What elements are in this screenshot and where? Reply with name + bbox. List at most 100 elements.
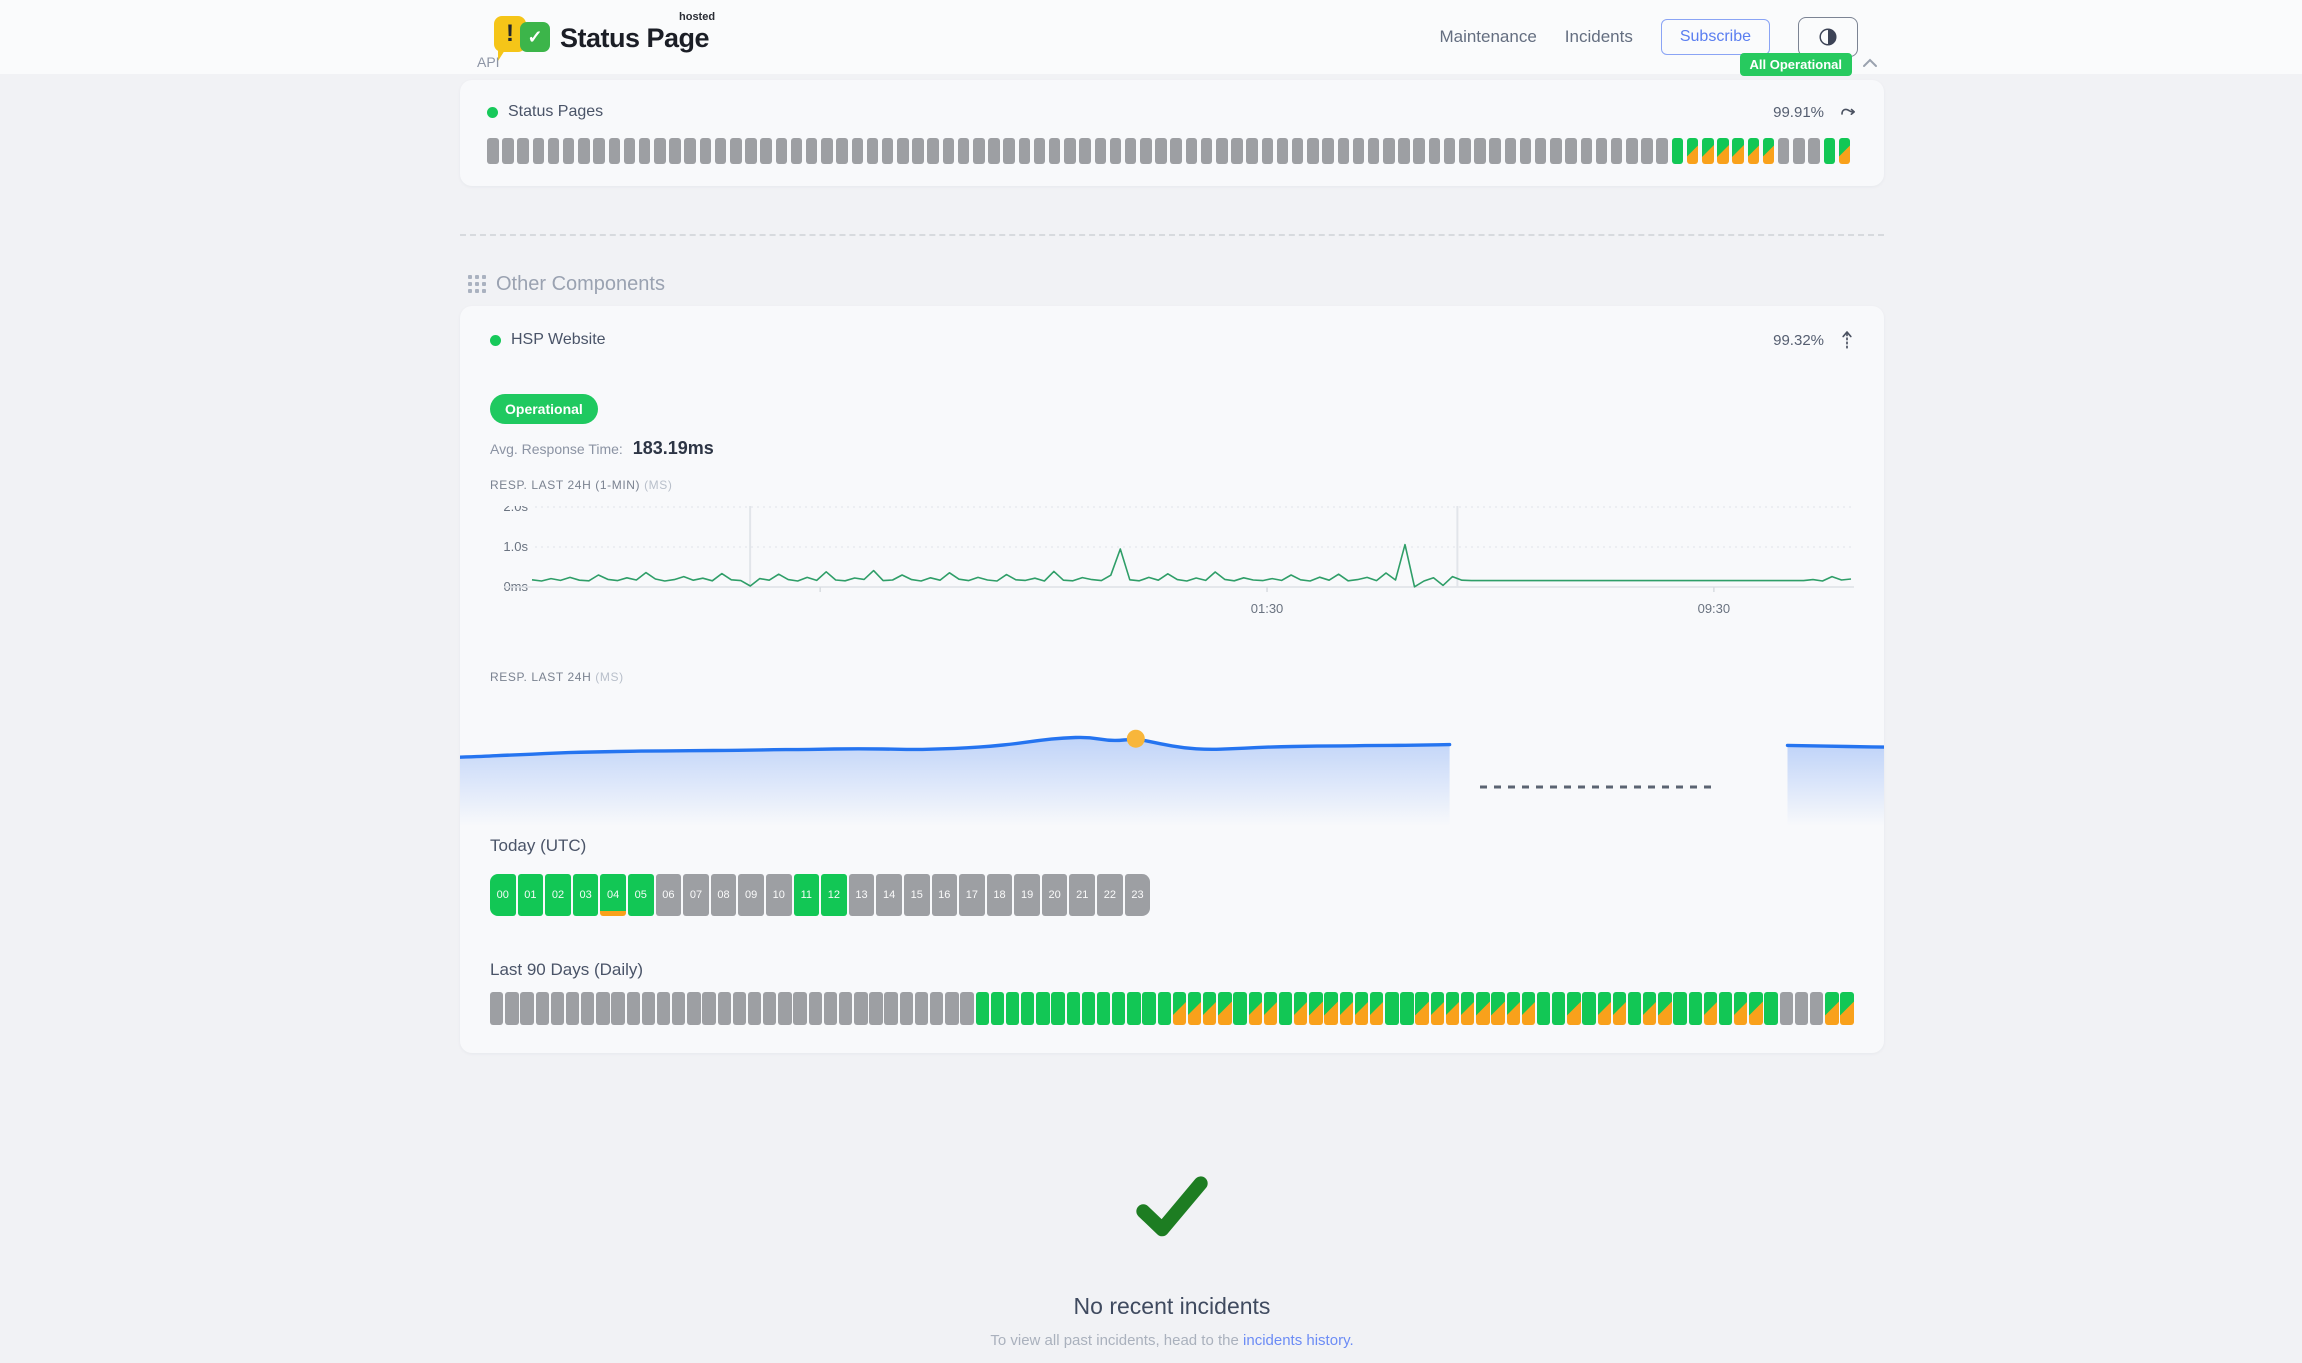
hour-block-09[interactable]: 09 bbox=[738, 874, 764, 916]
hour-block-13[interactable]: 13 bbox=[849, 874, 875, 916]
uptime-bar[interactable] bbox=[1322, 138, 1334, 164]
uptime-bar[interactable] bbox=[943, 138, 955, 164]
daily-uptime-bar[interactable] bbox=[1400, 992, 1413, 1025]
nav-incidents[interactable]: Incidents bbox=[1565, 27, 1633, 47]
daily-uptime-bar[interactable] bbox=[1264, 992, 1277, 1025]
uptime-bar[interactable] bbox=[715, 138, 727, 164]
daily-uptime-bar[interactable] bbox=[733, 992, 746, 1025]
daily-uptime-bar[interactable] bbox=[1051, 992, 1064, 1025]
uptime-bar[interactable] bbox=[912, 138, 924, 164]
daily-uptime-bar[interactable] bbox=[1446, 992, 1459, 1025]
uptime-bar[interactable] bbox=[791, 138, 803, 164]
daily-uptime-bar[interactable] bbox=[611, 992, 624, 1025]
uptime-bar[interactable] bbox=[563, 138, 575, 164]
uptime-bar[interactable] bbox=[1444, 138, 1456, 164]
uptime-bar[interactable] bbox=[958, 138, 970, 164]
daily-uptime-bar[interactable] bbox=[1552, 992, 1565, 1025]
uptime-bar[interactable] bbox=[1125, 138, 1137, 164]
hour-block-01[interactable]: 01 bbox=[518, 874, 544, 916]
uptime-bar[interactable] bbox=[1793, 138, 1805, 164]
daily-uptime-bar[interactable] bbox=[1491, 992, 1504, 1025]
uptime-bar[interactable] bbox=[1307, 138, 1319, 164]
daily-uptime-bar[interactable] bbox=[1780, 992, 1793, 1025]
hour-block-02[interactable]: 02 bbox=[545, 874, 571, 916]
daily-uptime-bar[interactable] bbox=[1218, 992, 1231, 1025]
hour-block-10[interactable]: 10 bbox=[766, 874, 792, 916]
uptime-bar[interactable] bbox=[1003, 138, 1015, 164]
daily-uptime-bar[interactable] bbox=[1825, 992, 1838, 1025]
daily-uptime-bar[interactable] bbox=[596, 992, 609, 1025]
daily-uptime-bar[interactable] bbox=[1233, 992, 1246, 1025]
hour-block-06[interactable]: 06 bbox=[656, 874, 682, 916]
uptime-bar[interactable] bbox=[1778, 138, 1790, 164]
hour-block-14[interactable]: 14 bbox=[876, 874, 902, 916]
uptime-bar[interactable] bbox=[1641, 138, 1653, 164]
uptime-bar[interactable] bbox=[1520, 138, 1532, 164]
daily-uptime-bar[interactable] bbox=[778, 992, 791, 1025]
uptime-bar[interactable] bbox=[1353, 138, 1365, 164]
daily-uptime-bar[interactable] bbox=[1582, 992, 1595, 1025]
daily-uptime-bar[interactable] bbox=[1810, 992, 1823, 1025]
uptime-bar[interactable] bbox=[1672, 138, 1684, 164]
daily-uptime-bar[interactable] bbox=[1734, 992, 1747, 1025]
daily-uptime-bar[interactable] bbox=[551, 992, 564, 1025]
daily-uptime-bar[interactable] bbox=[1643, 992, 1656, 1025]
response-time-area-chart[interactable] bbox=[460, 698, 1884, 828]
uptime-bar[interactable] bbox=[1429, 138, 1441, 164]
daily-uptime-bar[interactable] bbox=[1840, 992, 1853, 1025]
daily-uptime-bar[interactable] bbox=[1203, 992, 1216, 1025]
uptime-bar[interactable] bbox=[624, 138, 636, 164]
uptime-bar[interactable] bbox=[1687, 138, 1699, 164]
uptime-bar[interactable] bbox=[548, 138, 560, 164]
daily-uptime-bar[interactable] bbox=[1704, 992, 1717, 1025]
daily-uptime-bar[interactable] bbox=[642, 992, 655, 1025]
daily-uptime-bar[interactable] bbox=[930, 992, 943, 1025]
hour-block-23[interactable]: 23 bbox=[1125, 874, 1151, 916]
daily-uptime-bar[interactable] bbox=[1097, 992, 1110, 1025]
refresh-icon[interactable] bbox=[1840, 105, 1857, 119]
hour-block-17[interactable]: 17 bbox=[959, 874, 985, 916]
uptime-bar[interactable] bbox=[593, 138, 605, 164]
uptime-bar[interactable] bbox=[502, 138, 514, 164]
daily-uptime-bar[interactable] bbox=[991, 992, 1004, 1025]
daily-uptime-bar[interactable] bbox=[1507, 992, 1520, 1025]
hour-block-19[interactable]: 19 bbox=[1014, 874, 1040, 916]
daily-uptime-bar[interactable] bbox=[1294, 992, 1307, 1025]
uptime-bar[interactable] bbox=[1292, 138, 1304, 164]
uptime-bar[interactable] bbox=[1413, 138, 1425, 164]
incidents-history-link[interactable]: incidents history. bbox=[1243, 1332, 1354, 1349]
daily-uptime-bar[interactable] bbox=[1658, 992, 1671, 1025]
daily-uptime-bar[interactable] bbox=[702, 992, 715, 1025]
daily-uptime-bar[interactable] bbox=[869, 992, 882, 1025]
uptime-bar[interactable] bbox=[1262, 138, 1274, 164]
uptime-bar[interactable] bbox=[1763, 138, 1775, 164]
daily-uptime-bar[interactable] bbox=[1673, 992, 1686, 1025]
daily-uptime-bar[interactable] bbox=[824, 992, 837, 1025]
daily-uptime-bar[interactable] bbox=[900, 992, 913, 1025]
uptime-bar[interactable] bbox=[1079, 138, 1091, 164]
uptime-bar[interactable] bbox=[927, 138, 939, 164]
uptime-bar[interactable] bbox=[1216, 138, 1228, 164]
uptime-bar[interactable] bbox=[1732, 138, 1744, 164]
uptime-bar[interactable] bbox=[806, 138, 818, 164]
daily-uptime-bar[interactable] bbox=[1340, 992, 1353, 1025]
uptime-bar[interactable] bbox=[487, 138, 499, 164]
uptime-bar[interactable] bbox=[1611, 138, 1623, 164]
daily-uptime-bar[interactable] bbox=[687, 992, 700, 1025]
uptime-bar[interactable] bbox=[836, 138, 848, 164]
uptime-bar[interactable] bbox=[1170, 138, 1182, 164]
uptime-bar[interactable] bbox=[533, 138, 545, 164]
uptime-bar[interactable] bbox=[1186, 138, 1198, 164]
uptime-bar[interactable] bbox=[1155, 138, 1167, 164]
hour-block-00[interactable]: 00 bbox=[490, 874, 516, 916]
uptime-bar[interactable] bbox=[1702, 138, 1714, 164]
daily-uptime-bar[interactable] bbox=[1067, 992, 1080, 1025]
uptime-bar[interactable] bbox=[609, 138, 621, 164]
uptime-bar[interactable] bbox=[1277, 138, 1289, 164]
daily-uptime-bar[interactable] bbox=[1324, 992, 1337, 1025]
uptime-bar[interactable] bbox=[1338, 138, 1350, 164]
uptime-bar[interactable] bbox=[897, 138, 909, 164]
daily-uptime-bar[interactable] bbox=[1567, 992, 1580, 1025]
hour-block-15[interactable]: 15 bbox=[904, 874, 930, 916]
arrow-up-dotted-icon[interactable] bbox=[1840, 330, 1854, 350]
